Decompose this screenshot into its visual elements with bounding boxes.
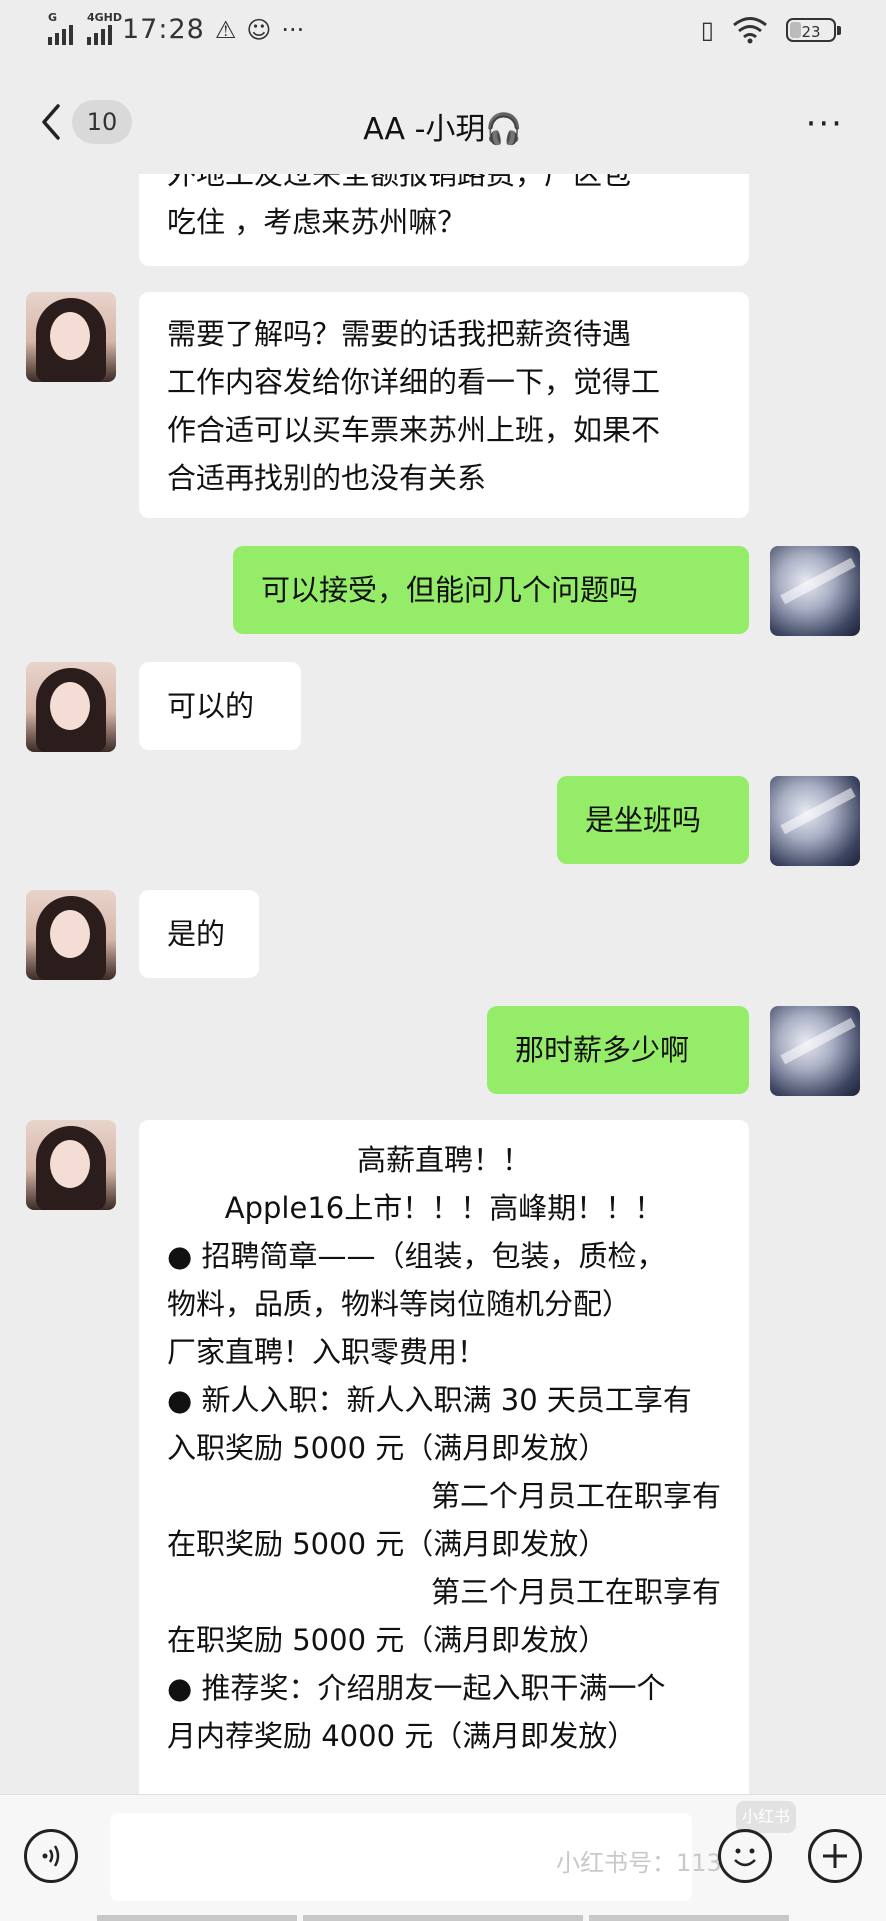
vibrate-icon: ▯ — [700, 16, 714, 44]
contact-avatar[interactable] — [26, 662, 116, 752]
unread-count-badge[interactable]: 10 — [72, 100, 132, 144]
more-notifications-icon: ··· — [281, 15, 305, 44]
my-avatar[interactable] — [770, 546, 860, 636]
chat-title: AA -小玥🎧 — [363, 112, 523, 147]
message-bubble-incoming[interactable]: 需要了解吗？需要的话我把薪资待遇 工作内容发给你详细的看一下，觉得工 作合适可以… — [139, 292, 749, 518]
contact-avatar[interactable] — [26, 890, 116, 980]
more-dots-icon[interactable]: ··· — [806, 104, 844, 144]
chevron-left-icon[interactable] — [32, 100, 72, 144]
contact-avatar[interactable] — [26, 1120, 116, 1210]
cellular-signal-4g-icon: 4GHD — [87, 11, 122, 45]
battery-icon: 23 — [786, 18, 841, 42]
my-avatar[interactable] — [770, 1006, 860, 1096]
message-bubble-incoming[interactable]: 可以的 — [139, 662, 301, 750]
message-list[interactable]: 外地工友过来全额报销路费，厂区包 吃住 ，考虑来苏州嘛？ 需要了解吗？需要的话我… — [0, 174, 886, 1794]
input-bar: 小红书号：113 小红书 — [0, 1794, 886, 1921]
chat-header: 10 AA -小玥🎧 ··· — [0, 70, 886, 174]
voice-icon[interactable] — [24, 1829, 78, 1883]
message-bubble-incoming[interactable]: 外地工友过来全额报销路费，厂区包 吃住 ，考虑来苏州嘛？ — [139, 174, 749, 266]
emoji-icon[interactable] — [718, 1829, 772, 1883]
my-avatar[interactable] — [770, 776, 860, 866]
message-bubble-outgoing[interactable]: 是坐班吗 — [557, 776, 749, 864]
message-bubble-incoming[interactable]: 是的 — [139, 890, 259, 978]
message-bubble-incoming[interactable]: 高薪直聘！！ Apple16上市！！！高峰期！！！ ● 招聘简章——（组装，包装… — [139, 1120, 749, 1794]
status-bar: G 4GHD 17:28 ⚠ ☺ ··· ▯ 23 — [0, 0, 886, 70]
watermark-text: 小红书号：113 — [556, 1849, 722, 1877]
gesture-bar — [0, 1915, 886, 1921]
contact-avatar[interactable] — [26, 292, 116, 382]
cellular-signal-icon: G — [48, 11, 73, 45]
message-bubble-outgoing[interactable]: 那时薪多少啊 — [487, 1006, 749, 1094]
wifi-icon — [733, 17, 767, 44]
plus-icon[interactable] — [808, 1829, 862, 1883]
app-notification-icon: ☺ — [246, 15, 272, 44]
message-bubble-outgoing[interactable]: 可以接受，但能问几个问题吗 — [233, 546, 749, 634]
warning-icon: ⚠ — [214, 15, 237, 44]
clock: 17:28 — [122, 14, 205, 45]
